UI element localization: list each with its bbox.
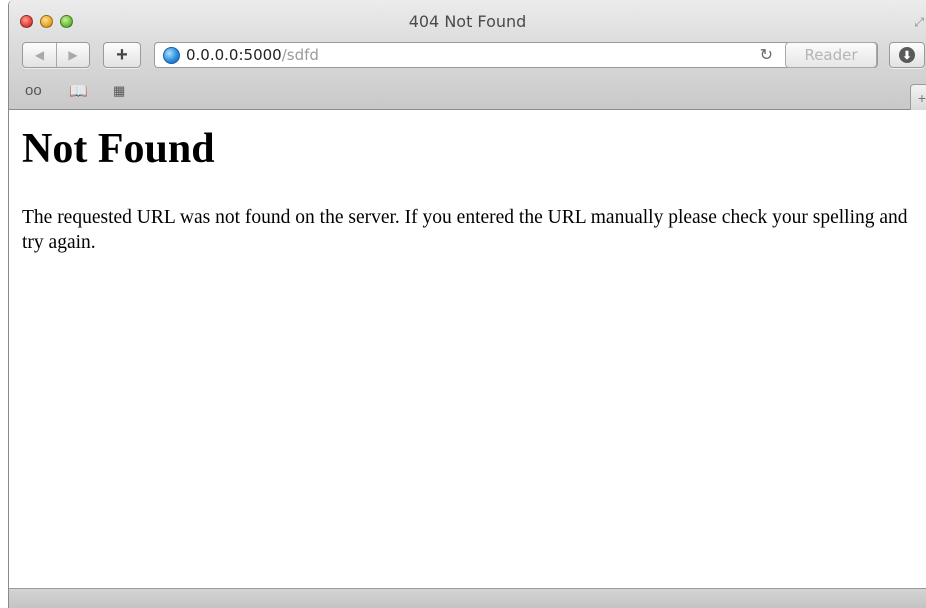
error-message: The requested URL was not found on the s… [22, 207, 908, 253]
top-sites-icon[interactable]: ▦ [113, 83, 125, 99]
bookmarks-icon[interactable]: 📖 [69, 82, 88, 100]
url-path: /sdfd [281, 46, 319, 64]
address-bar[interactable]: 0.0.0.0:5000/sdfd ↻ Reader [154, 42, 878, 68]
fullscreen-icon[interactable]: ⤢ [914, 15, 924, 30]
page-title: Not Found [22, 126, 215, 172]
title-bar: 404 Not Found ⤢ [9, 0, 926, 44]
back-button[interactable]: ◀ [23, 43, 56, 67]
window-title: 404 Not Found [408, 12, 527, 31]
reading-list-icon[interactable]: oo [25, 82, 42, 99]
plus-icon: + [116, 43, 128, 66]
browser-window: 404 Not Found ⤢ ◀ ▶ + 0.0.0.0:5000/sdfd … [8, 0, 926, 608]
reader-button[interactable]: Reader [785, 42, 877, 68]
back-arrow-icon: ◀ [34, 48, 45, 62]
url-text[interactable]: 0.0.0.0:5000/sdfd [186, 46, 319, 64]
globe-icon [163, 46, 180, 64]
forward-button[interactable]: ▶ [55, 43, 89, 67]
add-bookmark-button[interactable]: + [103, 42, 141, 68]
browser-toolbar: 404 Not Found ⤢ ◀ ▶ + 0.0.0.0:5000/sdfd … [9, 0, 926, 110]
forward-arrow-icon: ▶ [68, 48, 78, 62]
new-tab-button[interactable]: + [910, 84, 926, 110]
downloads-button[interactable]: ⬇ [889, 42, 925, 68]
status-bar [9, 588, 926, 608]
download-icon: ⬇ [899, 47, 915, 63]
url-host: 0.0.0.0:5000 [186, 46, 282, 64]
back-forward-group: ◀ ▶ [22, 42, 90, 68]
reload-icon[interactable]: ↻ [760, 45, 773, 65]
bookmarks-bar: oo 📖 ▦ [9, 80, 926, 104]
page-content: Not Found The requested URL was not foun… [9, 111, 926, 588]
